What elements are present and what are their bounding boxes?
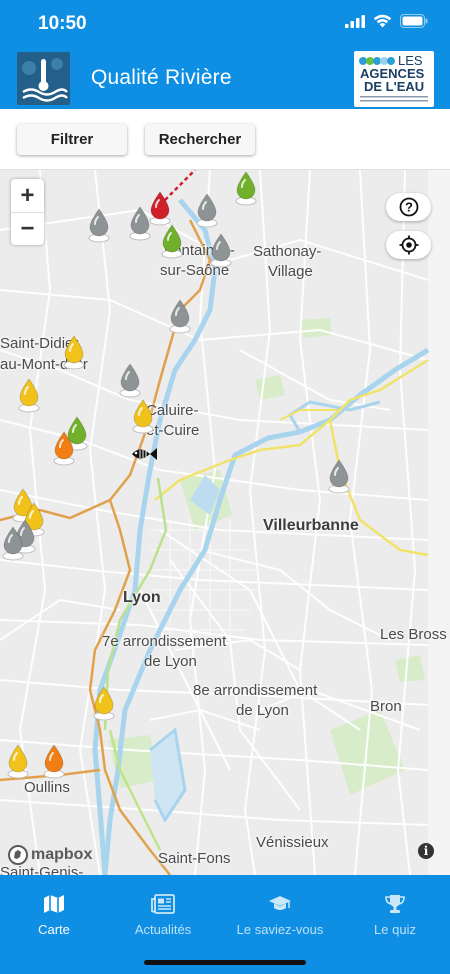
label-8e-arrondissement: 8e arrondissement bbox=[193, 682, 318, 699]
help-button[interactable]: ? bbox=[386, 193, 431, 221]
label-saint-fons: Saint-Fons bbox=[158, 850, 231, 867]
station-pin-yellow-11[interactable] bbox=[16, 377, 42, 413]
tab-actualites-label: Actualités bbox=[134, 922, 192, 937]
app-logo bbox=[17, 52, 70, 105]
toolbar: Filtrer Rechercher bbox=[0, 109, 450, 170]
label-8e-de-lyon: de Lyon bbox=[236, 702, 289, 719]
station-pin-green-5[interactable] bbox=[233, 170, 259, 206]
label-villeurbanne: Villeurbanne bbox=[263, 517, 359, 534]
wifi-icon bbox=[373, 14, 392, 28]
filter-button[interactable]: Filtrer bbox=[17, 124, 127, 155]
battery-icon bbox=[400, 14, 428, 28]
status-icons bbox=[345, 14, 428, 28]
zoom-controls: + − bbox=[11, 179, 44, 245]
tab-le-quiz[interactable]: Le quiz bbox=[341, 875, 449, 937]
station-pin-grey-19[interactable] bbox=[0, 525, 26, 561]
tab-le-quiz-label: Le quiz bbox=[374, 922, 416, 937]
station-pin-orange-22[interactable] bbox=[41, 743, 67, 779]
label-lyon: Lyon bbox=[123, 589, 161, 606]
app-bar: Qualité Rivière LES AGENCES DE L'EAU bbox=[0, 48, 450, 109]
station-pin-yellow-9[interactable] bbox=[61, 334, 87, 370]
tab-carte-label: Carte bbox=[38, 922, 70, 937]
station-pin-yellow-20[interactable] bbox=[91, 685, 117, 721]
graduation-cap-icon bbox=[269, 896, 291, 910]
trophy-icon bbox=[385, 895, 405, 913]
label-les-bross: Les Bross bbox=[380, 626, 447, 643]
fish-icon[interactable] bbox=[128, 444, 158, 464]
label-saint-genis: Saint-Genis- bbox=[0, 864, 84, 875]
signal-icon bbox=[345, 14, 365, 28]
svg-text:DE L'EAU: DE L'EAU bbox=[364, 79, 424, 94]
tab-le-saviez-vous-label: Le saviez-vous bbox=[236, 922, 324, 937]
info-icon[interactable]: i bbox=[418, 843, 434, 859]
station-pin-grey-10[interactable] bbox=[117, 362, 143, 398]
status-time: 10:50 bbox=[38, 13, 87, 34]
locate-button[interactable] bbox=[386, 231, 431, 259]
status-bar: 10:50 bbox=[0, 0, 450, 48]
station-pin-yellow-12[interactable] bbox=[130, 398, 156, 434]
zoom-out-button[interactable]: − bbox=[11, 212, 44, 245]
label-7e-de-lyon: de Lyon bbox=[144, 653, 197, 670]
agences-de-l-eau-logo: LES AGENCES DE L'EAU bbox=[354, 51, 434, 107]
tab-carte[interactable]: Carte bbox=[0, 875, 108, 937]
map-icon bbox=[44, 895, 64, 913]
label-bron: Bron bbox=[370, 698, 402, 715]
station-pin-grey-1[interactable] bbox=[86, 207, 112, 243]
label-sathonay: Sathonay- bbox=[253, 243, 322, 260]
mapbox-logo-icon bbox=[8, 845, 28, 865]
home-indicator bbox=[144, 960, 306, 965]
search-button[interactable]: Rechercher bbox=[145, 124, 255, 155]
mapbox-attribution[interactable]: mapbox bbox=[8, 845, 92, 865]
svg-text:?: ? bbox=[405, 200, 413, 215]
station-pin-grey-8[interactable] bbox=[167, 298, 193, 334]
station-pin-grey-4[interactable] bbox=[194, 192, 220, 228]
label-village: Village bbox=[268, 263, 313, 280]
station-pin-red-3[interactable] bbox=[147, 190, 173, 226]
label-oullins: Oullins bbox=[24, 779, 70, 796]
tab-le-saviez-vous[interactable]: Le saviez-vous bbox=[225, 875, 335, 937]
crosshair-icon bbox=[399, 235, 418, 255]
station-pin-yellow-21[interactable] bbox=[5, 743, 31, 779]
header: 10:50 Qualité Rivière LES AGENCES DE L'E… bbox=[0, 0, 450, 109]
station-pin-grey-7[interactable] bbox=[208, 232, 234, 268]
help-icon: ? bbox=[399, 197, 418, 217]
tab-actualites[interactable]: Actualités bbox=[109, 875, 217, 937]
station-pin-green-6[interactable] bbox=[159, 223, 185, 259]
station-pin-orange-14[interactable] bbox=[51, 430, 77, 466]
zoom-in-button[interactable]: + bbox=[11, 179, 44, 212]
station-pin-grey-15[interactable] bbox=[326, 458, 352, 494]
label-7e-arrondissement: 7e arrondissement bbox=[102, 633, 227, 650]
newspaper-icon bbox=[151, 894, 175, 914]
app-screen: 10:50 Qualité Rivière LES AGENCES DE L'E… bbox=[0, 0, 450, 974]
mapbox-wordmark: mapbox bbox=[31, 846, 93, 863]
map-view[interactable]: Fontaines- sur-Saône Sathonay- Village S… bbox=[0, 170, 450, 875]
label-venissieux: Vénissieux bbox=[256, 834, 329, 851]
app-title: Qualité Rivière bbox=[91, 66, 232, 89]
